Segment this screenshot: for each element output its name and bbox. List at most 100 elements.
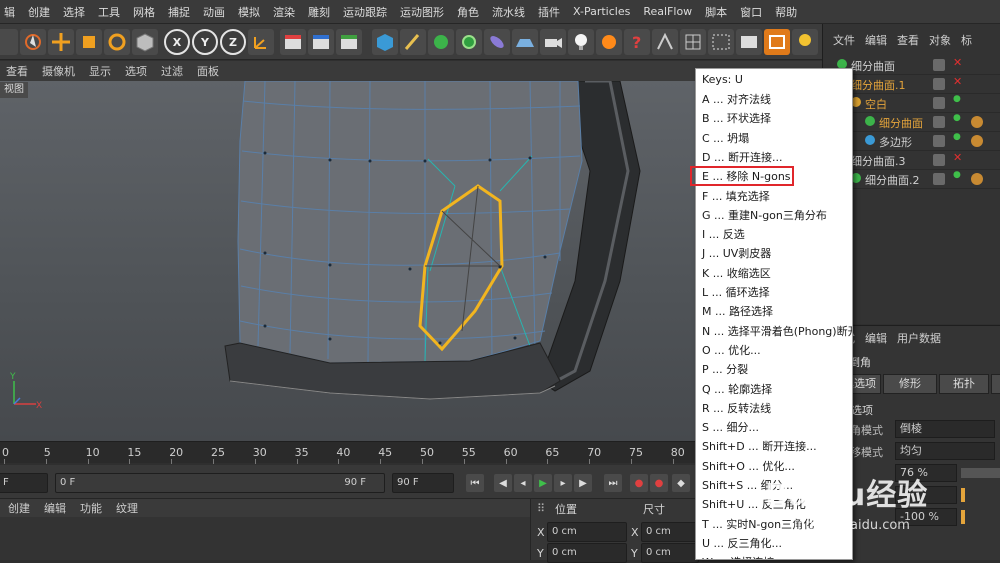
previous-key-icon[interactable]: ◀ [494,474,512,492]
material-icon[interactable] [596,29,622,55]
popup-menu-item[interactable]: B ... 环状选择 [700,109,852,128]
menu-item[interactable]: 脚本 [705,4,736,20]
menu-item[interactable]: 渲染 [273,4,304,20]
popup-menu-item[interactable]: N ... 选择平滑着色(Phong)断开 [700,322,852,341]
view-menu-item[interactable]: 选项 [125,63,147,79]
material-menu-item[interactable]: 纹理 [116,500,138,516]
menu-item[interactable]: 模拟 [238,4,269,20]
object-manager-tab[interactable]: 标 [961,32,972,48]
menu-item[interactable]: 插件 [538,4,569,20]
snap-icon[interactable] [652,29,678,55]
y-size-field[interactable]: 0 cm [641,543,699,563]
view-menu-item[interactable]: 过滤 [161,63,183,79]
menu-item[interactable]: 动画 [203,4,234,20]
auto-key-icon[interactable]: ● [650,474,668,492]
menu-item[interactable]: 流水线 [492,4,534,20]
coordinate-system-icon[interactable] [248,29,274,55]
material-tag-icon[interactable] [971,135,983,147]
object-manager-tab[interactable]: 文件 [833,32,855,48]
menu-item[interactable]: 雕刻 [308,4,339,20]
rotate-icon[interactable] [104,29,130,55]
z-axis-button[interactable]: Z [220,29,246,55]
enabled-icon[interactable]: ● [953,132,961,142]
depth-slider[interactable] [961,510,965,524]
frame-range-slider[interactable]: 0 F 90 F [55,473,385,493]
popup-menu-item[interactable]: M ... 路径选择 [700,302,852,321]
subtab-topology[interactable]: 拓扑 [939,374,989,394]
menu-item[interactable]: 创建 [28,4,59,20]
subdivision-surface-icon[interactable] [428,29,454,55]
popup-menu-item[interactable]: R ... 反转法线 [700,399,852,418]
render-view-icon[interactable] [280,29,306,55]
attribute-tab[interactable]: 编辑 [865,330,887,346]
start-frame-field[interactable]: F [0,473,48,493]
material-menu-item[interactable]: 创建 [8,500,30,516]
object-manager-tab[interactable]: 查看 [897,32,919,48]
render-picture-viewer-icon[interactable] [308,29,334,55]
popup-menu-item[interactable]: C ... 坍塌 [700,129,852,148]
popup-menu-item[interactable]: Q ... 轮廓选择 [700,380,852,399]
cube-icon[interactable] [132,29,158,55]
light-icon[interactable] [568,29,594,55]
menu-item[interactable]: 工具 [98,4,129,20]
popup-menu-item[interactable]: L ... 循环选择 [700,283,852,302]
subtab-more[interactable]: 工 [991,374,1000,394]
menu-item[interactable]: 窗口 [740,4,771,20]
subtab-shaping[interactable]: 修形 [883,374,937,394]
menu-item[interactable]: 运动跟踪 [343,4,396,20]
array-icon[interactable] [456,29,482,55]
floor-icon[interactable] [512,29,538,55]
visibility-icon[interactable] [933,154,945,166]
camera-icon[interactable] [540,29,566,55]
x-axis-button[interactable]: X [164,29,190,55]
menu-item[interactable]: RealFlow [643,5,701,18]
disabled-icon[interactable]: ✕ [953,56,962,69]
visibility-icon[interactable] [933,116,945,128]
enabled-icon[interactable]: ● [953,94,961,104]
timeline-ruler[interactable]: 0 5 10 15 20 25 30 35 40 45 50 55 60 65 70 75 80 [0,441,700,464]
live-selection-icon[interactable] [20,29,46,55]
popup-menu-item[interactable]: J ... UV剥皮器 [700,244,852,263]
enabled-icon[interactable]: ● [953,113,961,123]
play-icon[interactable]: ▶ [534,474,552,492]
scale-icon[interactable] [76,29,102,55]
visibility-icon[interactable] [933,59,945,71]
popup-menu-item[interactable]: K ... 收缩选区 [700,264,852,283]
render-settings-icon[interactable] [336,29,362,55]
layout-icon[interactable] [764,29,790,55]
deformer-icon[interactable] [484,29,510,55]
popup-menu-item[interactable]: D ... 断开连接... [700,148,852,167]
go-to-end-icon[interactable]: ⏭ [604,474,622,492]
viewport-render-icon[interactable] [736,29,762,55]
grid-icon[interactable] [680,29,706,55]
move-icon[interactable] [48,29,74,55]
view-menu-item[interactable]: 显示 [89,63,111,79]
visibility-icon[interactable] [933,78,945,90]
keyframe-selection-icon[interactable]: ◆ [672,474,690,492]
light-bulb-icon[interactable] [792,29,818,55]
next-key-icon[interactable]: ▶ [574,474,592,492]
material-tag-icon[interactable] [971,116,983,128]
enabled-icon[interactable]: ● [953,170,961,180]
view-menu-item[interactable]: 查看 [6,63,28,79]
popup-menu-item[interactable]: Shift+D ... 断开连接... [700,437,852,456]
offset-slider[interactable] [961,468,1000,478]
popup-menu-item[interactable]: P ... 分裂 [700,360,852,379]
popup-menu-item[interactable]: U ... 反三角化... [700,534,852,553]
record-icon[interactable]: ● [630,474,648,492]
popup-menu-item[interactable]: G ... 重建N-gon三角分布 [700,206,852,225]
visibility-icon[interactable] [933,173,945,185]
menu-item[interactable]: 帮助 [775,4,806,20]
popup-menu-item[interactable]: W ... 选择连接 [700,553,852,559]
x-position-field[interactable]: 0 cm [547,522,627,542]
go-to-start-icon[interactable]: ⏮ [466,474,484,492]
undo-icon[interactable] [0,29,18,55]
disabled-icon[interactable]: ✕ [953,75,962,88]
object-manager-tab[interactable]: 对象 [929,32,951,48]
menu-item[interactable]: 选择 [63,4,94,20]
menu-item[interactable]: 辑 [4,4,24,20]
view-menu-item[interactable]: 摄像机 [42,63,75,79]
material-menu-item[interactable]: 编辑 [44,500,66,516]
material-tag-icon[interactable] [971,173,983,185]
popup-menu-item[interactable]: O ... 优化... [700,341,852,360]
